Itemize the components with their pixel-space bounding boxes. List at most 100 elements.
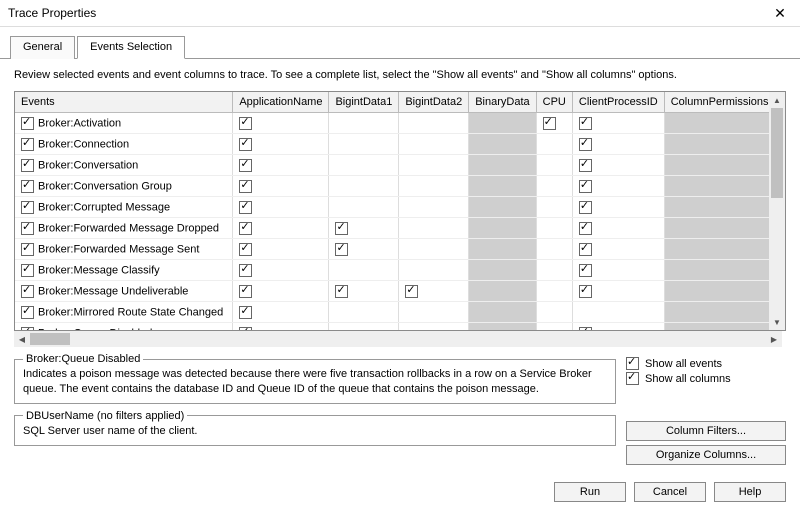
col-colperms[interactable]: ColumnPermissions [664, 92, 769, 113]
row-checkbox[interactable] [21, 264, 34, 277]
bigint1-cell[interactable] [329, 218, 399, 239]
row-checkbox[interactable] [21, 285, 34, 298]
clientpid-checkbox[interactable] [579, 243, 592, 256]
events-table[interactable]: Events ApplicationName BigintData1 Bigin… [15, 92, 769, 330]
col-clientpid[interactable]: ClientProcessID [572, 92, 664, 113]
event-cell[interactable]: Broker:Mirrored Route State Changed [15, 302, 233, 323]
close-button[interactable]: ✕ [760, 0, 800, 26]
appname-cell[interactable] [233, 218, 329, 239]
appname-checkbox[interactable] [239, 264, 252, 277]
event-cell[interactable]: Broker:Queue Disabled [15, 323, 233, 331]
table-row[interactable]: Broker:Conversation Group [15, 176, 769, 197]
cpu-cell[interactable] [536, 239, 572, 260]
bigint2-checkbox[interactable] [405, 285, 418, 298]
scroll-up-icon[interactable]: ▲ [769, 92, 785, 108]
help-button[interactable]: Help [714, 482, 786, 502]
appname-cell[interactable] [233, 113, 329, 134]
bigint2-cell[interactable] [399, 218, 469, 239]
clientpid-cell[interactable] [572, 323, 664, 331]
bigint2-cell[interactable] [399, 323, 469, 331]
clientpid-cell[interactable] [572, 302, 664, 323]
bigint1-checkbox[interactable] [335, 222, 348, 235]
table-row[interactable]: Broker:Mirrored Route State Changed [15, 302, 769, 323]
appname-checkbox[interactable] [239, 285, 252, 298]
cpu-cell[interactable] [536, 197, 572, 218]
appname-checkbox[interactable] [239, 327, 252, 331]
cpu-cell[interactable] [536, 260, 572, 281]
col-bigint2[interactable]: BigintData2 [399, 92, 469, 113]
organize-columns-button[interactable]: Organize Columns... [626, 445, 786, 465]
clientpid-checkbox[interactable] [579, 138, 592, 151]
table-row[interactable]: Broker:Forwarded Message Dropped [15, 218, 769, 239]
table-row[interactable]: Broker:Corrupted Message [15, 197, 769, 218]
cpu-cell[interactable] [536, 134, 572, 155]
clientpid-checkbox[interactable] [579, 201, 592, 214]
bigint2-cell[interactable] [399, 260, 469, 281]
row-checkbox[interactable] [21, 327, 34, 331]
table-row[interactable]: Broker:Message Undeliverable [15, 281, 769, 302]
bigint2-cell[interactable] [399, 176, 469, 197]
row-checkbox[interactable] [21, 117, 34, 130]
row-checkbox[interactable] [21, 222, 34, 235]
clientpid-cell[interactable] [572, 197, 664, 218]
event-cell[interactable]: Broker:Conversation Group [15, 176, 233, 197]
appname-checkbox[interactable] [239, 222, 252, 235]
cpu-cell[interactable] [536, 218, 572, 239]
appname-cell[interactable] [233, 239, 329, 260]
cpu-checkbox[interactable] [543, 117, 556, 130]
appname-cell[interactable] [233, 323, 329, 331]
clientpid-cell[interactable] [572, 113, 664, 134]
show-all-events-checkbox[interactable]: Show all events [626, 357, 786, 370]
table-row[interactable]: Broker:Forwarded Message Sent [15, 239, 769, 260]
column-filters-button[interactable]: Column Filters... [626, 421, 786, 441]
bigint1-cell[interactable] [329, 323, 399, 331]
bigint1-cell[interactable] [329, 176, 399, 197]
bigint1-cell[interactable] [329, 197, 399, 218]
bigint2-cell[interactable] [399, 134, 469, 155]
clientpid-checkbox[interactable] [579, 180, 592, 193]
appname-checkbox[interactable] [239, 306, 252, 319]
cpu-cell[interactable] [536, 113, 572, 134]
run-button[interactable]: Run [554, 482, 626, 502]
bigint2-cell[interactable] [399, 113, 469, 134]
table-row[interactable]: Broker:Queue Disabled [15, 323, 769, 331]
clientpid-cell[interactable] [572, 155, 664, 176]
show-all-columns-checkbox[interactable]: Show all columns [626, 372, 786, 385]
bigint1-checkbox[interactable] [335, 243, 348, 256]
row-checkbox[interactable] [21, 159, 34, 172]
bigint2-cell[interactable] [399, 239, 469, 260]
appname-cell[interactable] [233, 134, 329, 155]
bigint1-cell[interactable] [329, 260, 399, 281]
appname-cell[interactable] [233, 302, 329, 323]
row-checkbox[interactable] [21, 306, 34, 319]
bigint1-cell[interactable] [329, 155, 399, 176]
event-cell[interactable]: Broker:Message Undeliverable [15, 281, 233, 302]
bigint1-cell[interactable] [329, 239, 399, 260]
appname-checkbox[interactable] [239, 201, 252, 214]
table-row[interactable]: Broker:Activation [15, 113, 769, 134]
event-cell[interactable]: Broker:Corrupted Message [15, 197, 233, 218]
event-cell[interactable]: Broker:Message Classify [15, 260, 233, 281]
bigint2-cell[interactable] [399, 197, 469, 218]
scroll-right-icon[interactable]: ▶ [766, 335, 782, 344]
event-cell[interactable]: Broker:Forwarded Message Dropped [15, 218, 233, 239]
col-bigint1[interactable]: BigintData1 [329, 92, 399, 113]
appname-cell[interactable] [233, 197, 329, 218]
appname-cell[interactable] [233, 176, 329, 197]
table-row[interactable]: Broker:Conversation [15, 155, 769, 176]
event-cell[interactable]: Broker:Connection [15, 134, 233, 155]
clientpid-cell[interactable] [572, 239, 664, 260]
event-cell[interactable]: Broker:Conversation [15, 155, 233, 176]
appname-cell[interactable] [233, 155, 329, 176]
col-cpu[interactable]: CPU [536, 92, 572, 113]
cpu-cell[interactable] [536, 281, 572, 302]
bigint1-cell[interactable] [329, 113, 399, 134]
tab-events-selection[interactable]: Events Selection [77, 36, 185, 59]
appname-checkbox[interactable] [239, 117, 252, 130]
appname-checkbox[interactable] [239, 243, 252, 256]
tab-general[interactable]: General [10, 36, 75, 59]
bigint1-cell[interactable] [329, 302, 399, 323]
cancel-button[interactable]: Cancel [634, 482, 706, 502]
bigint1-cell[interactable] [329, 281, 399, 302]
clientpid-checkbox[interactable] [579, 159, 592, 172]
